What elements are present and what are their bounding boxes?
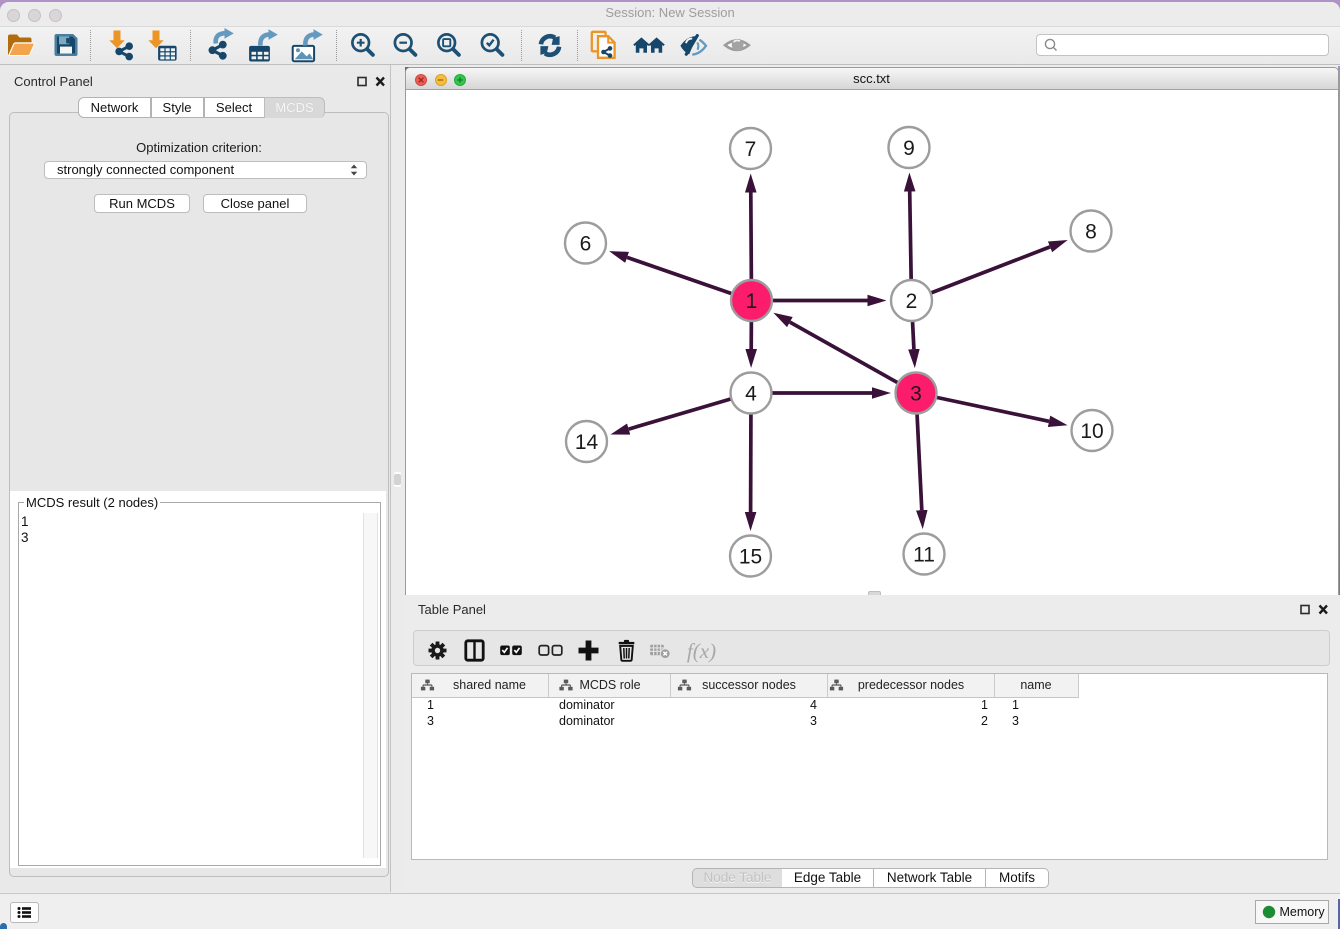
- svg-text:15: 15: [738, 546, 761, 569]
- svg-text:11: 11: [913, 544, 935, 567]
- svg-text:2: 2: [905, 290, 917, 313]
- svg-text:3: 3: [910, 383, 922, 406]
- svg-text:10: 10: [1080, 420, 1103, 443]
- svg-text:f(x): f(x): [687, 639, 716, 663]
- svg-text:9: 9: [903, 137, 915, 160]
- svg-text:7: 7: [744, 138, 756, 161]
- svg-text:1: 1: [745, 290, 757, 313]
- svg-text:8: 8: [1085, 221, 1097, 244]
- svg-text:4: 4: [745, 383, 757, 406]
- svg-text:6: 6: [579, 233, 591, 256]
- svg-text:14: 14: [574, 431, 598, 454]
